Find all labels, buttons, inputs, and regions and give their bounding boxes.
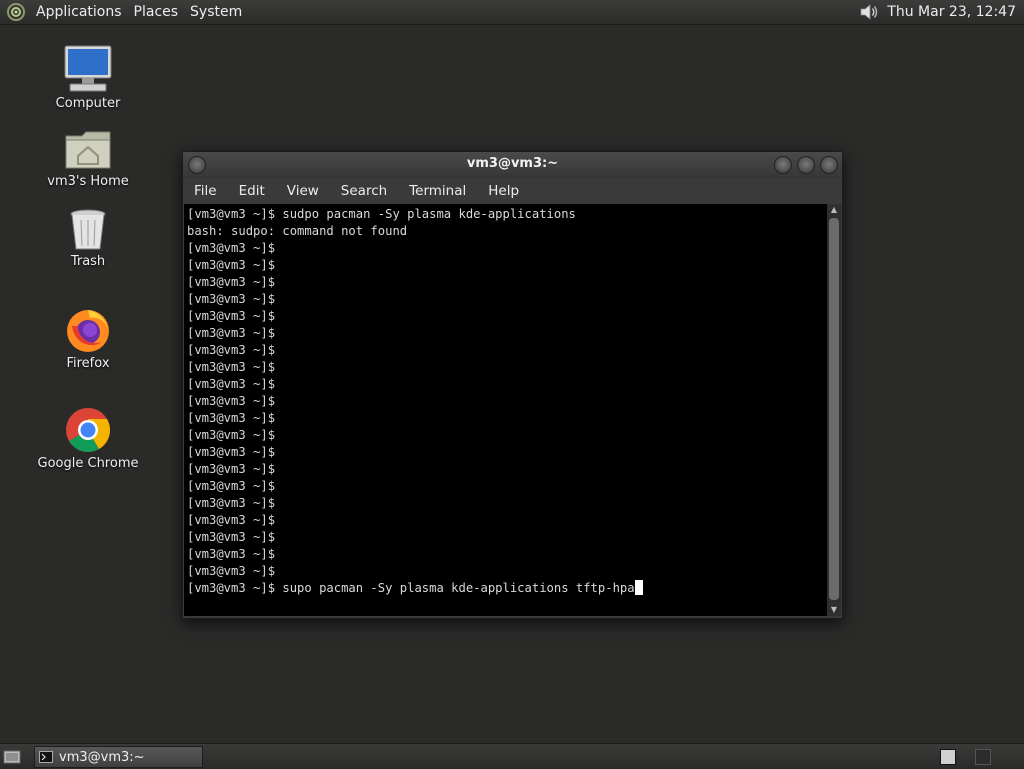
scrollbar[interactable]: ▲ ▼ bbox=[827, 204, 841, 616]
top-panel: Applications Places System Thu Mar 23, 1… bbox=[0, 0, 1024, 25]
terminal-line: [vm3@vm3 ~]$ bbox=[187, 496, 276, 510]
terminal-line: [vm3@vm3 ~]$ bbox=[187, 309, 276, 323]
terminal-line: [vm3@vm3 ~]$ bbox=[187, 258, 276, 272]
main-menu: Applications Places System bbox=[0, 0, 248, 24]
desktop-icon-label: Google Chrome bbox=[37, 456, 139, 471]
close-button[interactable] bbox=[820, 156, 838, 174]
terminal-line: [vm3@vm3 ~]$ bbox=[187, 547, 276, 561]
terminal-line: [vm3@vm3 ~]$ bbox=[187, 513, 276, 527]
terminal-line: [vm3@vm3 ~]$ bbox=[187, 530, 276, 544]
terminal-line: [vm3@vm3 ~]$ bbox=[187, 462, 276, 476]
applications-menu[interactable]: Applications bbox=[30, 0, 128, 24]
maximize-button[interactable] bbox=[797, 156, 815, 174]
terminal-window: vm3@vm3:~ File Edit View Search Terminal… bbox=[182, 151, 843, 619]
terminal-icon bbox=[39, 751, 53, 763]
desktop-icon-label: Firefox bbox=[66, 356, 110, 371]
taskbar-item-label: vm3@vm3:~ bbox=[59, 749, 145, 765]
terminal-line: [vm3@vm3 ~]$ bbox=[187, 241, 276, 255]
terminal-line: [vm3@vm3 ~]$ bbox=[187, 428, 276, 442]
terminal-line: [vm3@vm3 ~]$ bbox=[187, 564, 276, 578]
terminal-line: [vm3@vm3 ~]$ bbox=[187, 377, 276, 391]
scroll-up-arrow-icon[interactable]: ▲ bbox=[827, 204, 841, 216]
chrome-icon bbox=[66, 408, 110, 452]
menu-terminal[interactable]: Terminal bbox=[398, 183, 477, 199]
desktop-icon-label: Trash bbox=[70, 254, 106, 269]
terminal-line: bash: sudpo: command not found bbox=[187, 224, 408, 238]
taskbar-item-terminal[interactable]: vm3@vm3:~ bbox=[34, 746, 203, 768]
home-folder-icon bbox=[65, 131, 111, 169]
scrollbar-thumb[interactable] bbox=[829, 218, 839, 600]
window-title: vm3@vm3:~ bbox=[466, 156, 559, 171]
terminal-line: [vm3@vm3 ~]$ bbox=[187, 360, 276, 374]
terminal-line: [vm3@vm3 ~]$ bbox=[187, 445, 276, 459]
bottom-panel: vm3@vm3:~ bbox=[0, 743, 1024, 769]
terminal-line: [vm3@vm3 ~]$ supo pacman -Sy plasma kde-… bbox=[187, 581, 635, 595]
trash-icon bbox=[70, 209, 106, 250]
terminal-line: [vm3@vm3 ~]$ bbox=[187, 394, 276, 408]
speaker-icon[interactable] bbox=[857, 0, 881, 24]
minimize-button[interactable] bbox=[774, 156, 792, 174]
panel-tray: Thu Mar 23, 12:47 bbox=[857, 0, 1024, 24]
menu-help[interactable]: Help bbox=[477, 183, 530, 199]
distro-logo-icon[interactable] bbox=[6, 2, 26, 22]
menu-edit[interactable]: Edit bbox=[228, 183, 276, 199]
text-cursor bbox=[634, 580, 643, 595]
menu-file[interactable]: File bbox=[183, 183, 228, 199]
terminal-lines: [vm3@vm3 ~]$ sudpo pacman -Sy plasma kde… bbox=[184, 204, 827, 597]
desktop-icon-chrome[interactable]: Google Chrome bbox=[28, 406, 148, 471]
menu-view[interactable]: View bbox=[276, 183, 330, 199]
workspace-2[interactable] bbox=[975, 749, 991, 765]
desktop-icon-label: vm3's Home bbox=[47, 174, 129, 189]
system-menu[interactable]: System bbox=[184, 0, 248, 24]
firefox-icon bbox=[67, 310, 109, 352]
terminal-line: [vm3@vm3 ~]$ bbox=[187, 343, 276, 357]
workspace-1[interactable] bbox=[940, 749, 956, 765]
terminal-line: [vm3@vm3 ~]$ sudpo pacman -Sy plasma kde… bbox=[187, 207, 576, 221]
scroll-down-arrow-icon[interactable]: ▼ bbox=[827, 604, 841, 616]
window-titlebar[interactable]: vm3@vm3:~ bbox=[183, 152, 842, 178]
places-menu[interactable]: Places bbox=[128, 0, 185, 24]
desktop-icon-trash[interactable]: Trash bbox=[28, 208, 148, 269]
terminal-line: [vm3@vm3 ~]$ bbox=[187, 326, 276, 340]
terminal-line: [vm3@vm3 ~]$ bbox=[187, 275, 276, 289]
show-desktop-icon[interactable] bbox=[3, 749, 21, 765]
desktop-icon-label: Computer bbox=[55, 96, 121, 111]
desktop-icon-home[interactable]: vm3's Home bbox=[28, 128, 148, 189]
menu-search[interactable]: Search bbox=[330, 183, 398, 199]
terminal-output[interactable]: [vm3@vm3 ~]$ sudpo pacman -Sy plasma kde… bbox=[184, 204, 827, 616]
clock[interactable]: Thu Mar 23, 12:47 bbox=[881, 4, 1024, 20]
terminal-menubar: File Edit View Search Terminal Help bbox=[183, 178, 842, 204]
terminal-line: [vm3@vm3 ~]$ bbox=[187, 479, 276, 493]
computer-icon bbox=[64, 45, 112, 92]
terminal-line: [vm3@vm3 ~]$ bbox=[187, 292, 276, 306]
terminal-line: [vm3@vm3 ~]$ bbox=[187, 411, 276, 425]
desktop-icon-computer[interactable]: Computer bbox=[28, 44, 148, 111]
desktop-icon-firefox[interactable]: Firefox bbox=[28, 306, 148, 371]
